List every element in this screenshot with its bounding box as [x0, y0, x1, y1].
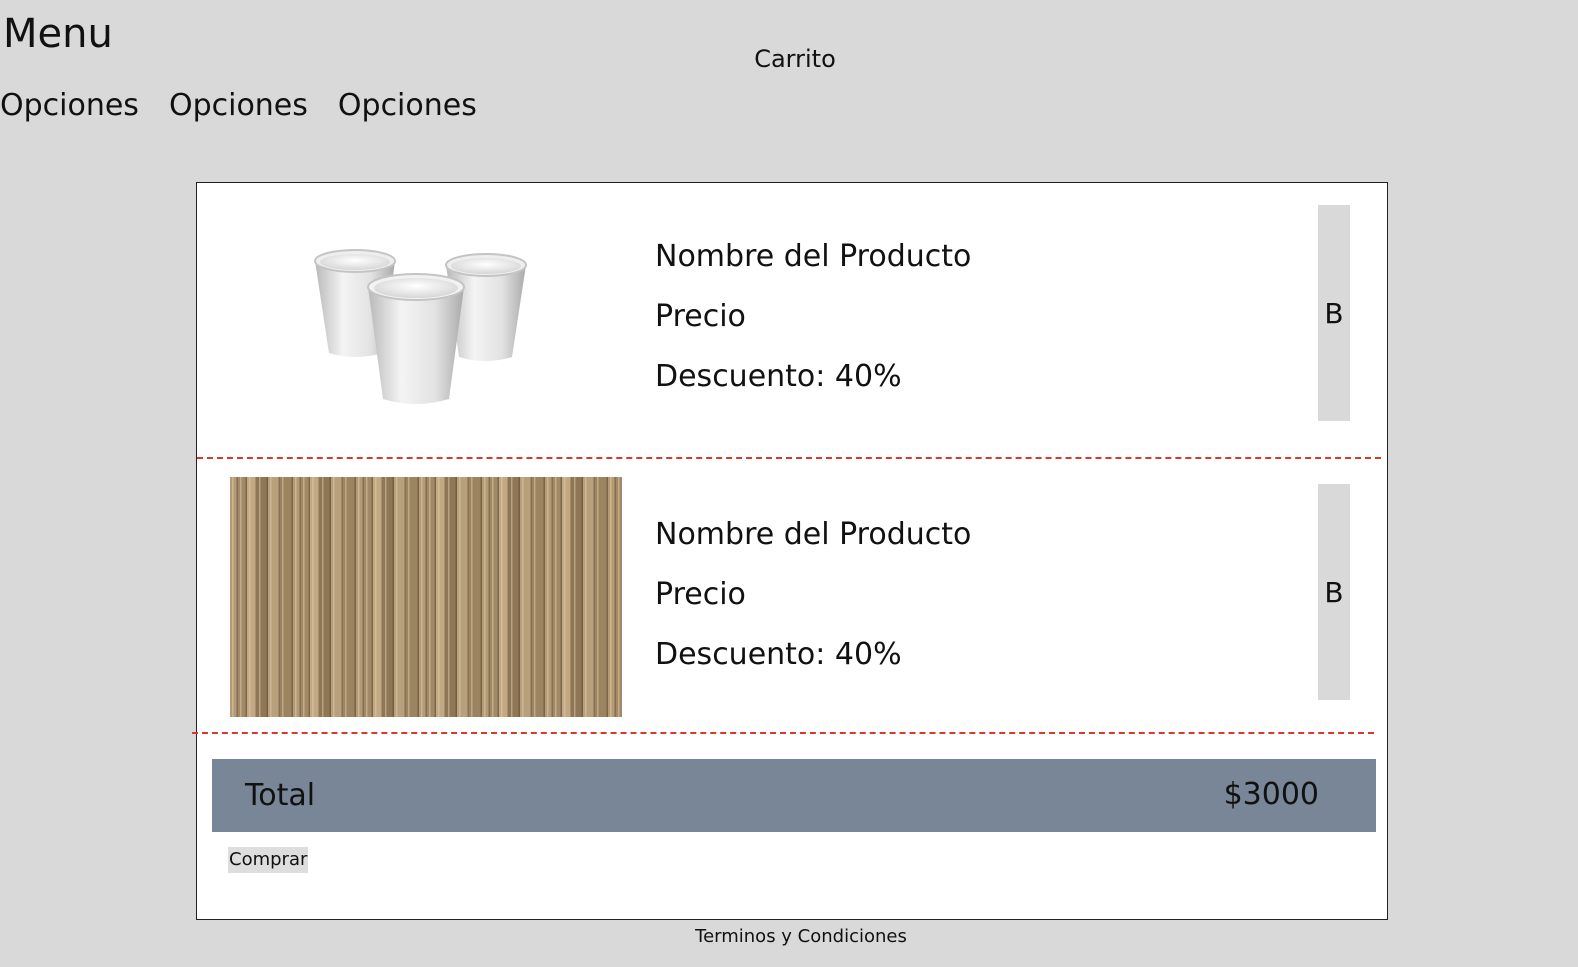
- total-value: $3000: [1223, 777, 1319, 812]
- nav-item-options-3[interactable]: Opciones: [338, 86, 477, 126]
- total-bar: Total $3000: [212, 759, 1376, 832]
- product-price: Precio: [655, 577, 746, 612]
- product-image-paper-cups: [307, 241, 537, 409]
- product-name: Nombre del Producto: [655, 239, 972, 274]
- product-info: Nombre del Producto Precio Descuento: 40…: [655, 227, 971, 407]
- page-title: Carrito: [754, 45, 836, 73]
- nav-item-options-1[interactable]: Opciones: [0, 86, 139, 126]
- item-divider: [192, 732, 1374, 734]
- product-discount: Descuento: 40%: [655, 359, 902, 394]
- cart-item: Nombre del Producto Precio Descuento: 40…: [197, 459, 1387, 734]
- cart-panel: Nombre del Producto Precio Descuento: 40…: [192, 182, 1388, 920]
- item-action-button[interactable]: B: [1318, 205, 1350, 421]
- options-nav: Opciones Opciones Opciones: [0, 86, 477, 126]
- product-image-paper-straws: [230, 477, 625, 717]
- paper-cups-image: [314, 249, 527, 404]
- product-info: Nombre del Producto Precio Descuento: 40…: [655, 505, 971, 685]
- terms-link[interactable]: Terminos y Condiciones: [0, 925, 1578, 949]
- buy-button[interactable]: Comprar: [228, 847, 309, 873]
- item-action-button[interactable]: B: [1318, 484, 1350, 700]
- product-price: Precio: [655, 299, 746, 334]
- cart-item: Nombre del Producto Precio Descuento: 40…: [197, 183, 1387, 458]
- product-name: Nombre del Producto: [655, 517, 972, 552]
- nav-item-options-2[interactable]: Opciones: [169, 86, 308, 126]
- total-label: Total: [245, 778, 316, 813]
- product-discount: Descuento: 40%: [655, 637, 902, 672]
- paper-straws-image: [230, 477, 625, 717]
